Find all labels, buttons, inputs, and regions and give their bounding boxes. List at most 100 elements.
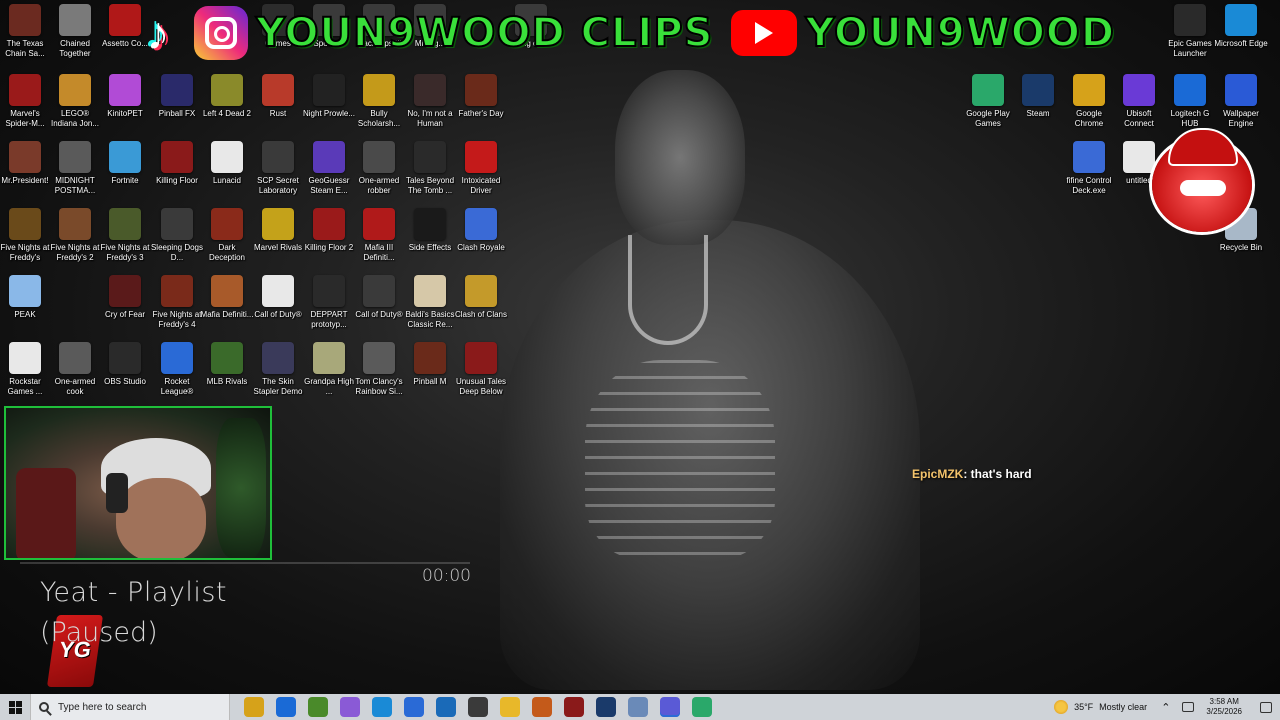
desktop-icon[interactable]: Marvel Rivals xyxy=(253,208,303,253)
desktop-icon-label: Mr.President! xyxy=(1,176,49,185)
taskbar-app-minecraft[interactable] xyxy=(308,697,328,717)
desktop-icon[interactable]: Steam xyxy=(1013,74,1063,119)
desktop-icon[interactable]: Pinball FX xyxy=(152,74,202,119)
desktop-icon[interactable]: Killing Floor 2 xyxy=(304,208,354,253)
taskbar-search[interactable]: Type here to search xyxy=(30,694,230,720)
desktop-icon-label: Wallpaper Engine xyxy=(1223,109,1259,128)
desktop-icon[interactable]: OBS Studio xyxy=(100,342,150,387)
desktop-icon[interactable]: Dark Deception xyxy=(202,208,252,263)
desktop-icon[interactable]: Sleeping Dogs D... xyxy=(151,208,203,263)
taskbar-app-app[interactable] xyxy=(692,697,712,717)
desktop-icon[interactable]: GeoGuessr Steam E... xyxy=(304,141,354,196)
desktop-icon[interactable]: Grandpa High ... xyxy=(304,342,354,397)
taskbar-app-video[interactable] xyxy=(564,697,584,717)
desktop-icon[interactable]: Father's Day xyxy=(456,74,506,119)
desktop-icon[interactable]: Side Effects xyxy=(405,208,455,253)
desktop-icon[interactable]: Unusual Tales Deep Below xyxy=(456,342,506,397)
desktop-icon[interactable]: Night Prowle... xyxy=(303,74,355,119)
desktop-icon[interactable]: Microsoft Edge xyxy=(1214,4,1268,49)
desktop-icon[interactable]: The Texas Chain Sa... xyxy=(0,4,50,59)
desktop-icon[interactable]: Lunacid xyxy=(202,141,252,186)
taskbar-app-game[interactable] xyxy=(532,697,552,717)
app-icon xyxy=(262,208,294,240)
desktop-icon-label: Logitech G HUB xyxy=(1170,109,1210,128)
taskbar-app-steam[interactable] xyxy=(596,697,616,717)
notification-icon[interactable] xyxy=(1260,701,1272,713)
stream-banner: ♪ YOUN9WOOD CLIPS YOUN9WOOD xyxy=(130,2,1115,64)
desktop-icon[interactable]: Rockstar Games ... xyxy=(0,342,50,397)
desktop-icon[interactable]: Rust xyxy=(253,74,303,119)
desktop-icon[interactable]: Mafia III Definiti... xyxy=(354,208,404,263)
desktop-icon-label: One-armed robber xyxy=(358,176,400,195)
app-icon xyxy=(1123,74,1155,106)
desktop-icon[interactable]: Pinball M xyxy=(405,342,455,387)
desktop-icon[interactable]: Five Nights at Freddy's 2 xyxy=(50,208,100,263)
desktop-icon[interactable]: Marvel's Spider-M... xyxy=(0,74,50,129)
desktop-icon[interactable]: KinitoPET xyxy=(100,74,150,119)
desktop-icon[interactable]: One-armed robber xyxy=(354,141,404,196)
desktop-icon[interactable]: Google Chrome xyxy=(1064,74,1114,129)
desktop-icon[interactable]: Chained Together xyxy=(50,4,100,59)
taskbar-app-facebook[interactable] xyxy=(276,697,296,717)
desktop-icon[interactable]: MLB Rivals xyxy=(202,342,252,387)
taskbar-app-store[interactable] xyxy=(404,697,424,717)
desktop-icon[interactable]: Five Nights at Freddy's 4 xyxy=(152,275,202,330)
taskbar-app-files[interactable] xyxy=(500,697,520,717)
desktop-icon[interactable]: No, I'm not a Human xyxy=(405,74,455,129)
battery-icon[interactable] xyxy=(1182,702,1195,712)
taskbar-app-window[interactable] xyxy=(628,697,648,717)
desktop-icon[interactable]: Tales Beyond The Tomb ... xyxy=(405,141,455,196)
desktop-icon[interactable]: LEGO® Indiana Jon... xyxy=(50,74,100,129)
desktop-icon[interactable]: Bully Scholarsh... xyxy=(354,74,404,129)
desktop-icon[interactable]: Google Play Games xyxy=(963,74,1013,129)
taskbar-app-mail[interactable] xyxy=(436,697,456,717)
app-icon xyxy=(1174,4,1206,36)
desktop-icon[interactable]: Clash of Clans xyxy=(455,275,507,320)
desktop-icon[interactable]: The Skin Stapler Demo xyxy=(253,342,303,397)
windows-icon xyxy=(8,700,22,714)
desktop-icon[interactable]: Killing Floor xyxy=(152,141,202,186)
desktop-icon[interactable]: Ubisoft Connect xyxy=(1114,74,1164,129)
desktop-icon[interactable]: Mafia Definiti... xyxy=(201,275,253,320)
taskbar-app-discord[interactable] xyxy=(660,697,680,717)
desktop-icon[interactable]: PEAK xyxy=(0,275,50,320)
desktop-icon[interactable]: DEPPART prototyp... xyxy=(304,275,354,330)
desktop-icon[interactable]: Five Nights at Freddy's xyxy=(0,208,50,263)
desktop-icon[interactable]: fifine Control Deck.exe xyxy=(1064,141,1114,196)
taskbar-app-obs[interactable] xyxy=(468,697,488,717)
desktop-icon[interactable]: Epic Games Launcher xyxy=(1165,4,1215,59)
desktop-icon[interactable]: Intoxicated Driver xyxy=(456,141,506,196)
desktop-icon[interactable]: Left 4 Dead 2 xyxy=(202,74,252,119)
app-icon xyxy=(1174,74,1206,106)
taskbar-app-chrome[interactable] xyxy=(244,697,264,717)
app-icon xyxy=(363,208,395,240)
desktop-icon[interactable]: Five Nights at Freddy's 3 xyxy=(100,208,150,263)
desktop-icon[interactable]: MIDNIGHT POSTMA... xyxy=(50,141,100,196)
desktop-icon[interactable]: One-armed cook xyxy=(50,342,100,397)
desktop-icon-label: Google Chrome xyxy=(1074,109,1104,128)
weather-icon[interactable] xyxy=(1054,700,1069,714)
weather-desc[interactable]: Mostly clear xyxy=(1099,702,1147,712)
desktop-icon[interactable]: Call of Duty® xyxy=(354,275,404,320)
app-icon xyxy=(161,342,193,374)
taskbar-app-copilot[interactable] xyxy=(340,697,360,717)
desktop-icon-label: Five Nights at Freddy's 3 xyxy=(100,243,150,262)
desktop-icon[interactable]: Baldi's Basics Classic Re... xyxy=(405,275,455,330)
desktop-icon[interactable]: Call of Duty® xyxy=(253,275,303,320)
chevron-up-icon[interactable]: ⌃ xyxy=(1161,701,1170,714)
desktop-icon[interactable]: Mr.President! xyxy=(0,141,50,186)
weather-temp[interactable]: 35°F xyxy=(1074,702,1093,712)
desktop-icon[interactable]: Wallpaper Engine xyxy=(1216,74,1266,129)
taskbar-clock[interactable]: 3:58 AM 3/25/2026 xyxy=(1206,697,1242,717)
desktop-icon[interactable]: Clash Royale xyxy=(456,208,506,253)
desktop-icon[interactable]: SCP Secret Laboratory xyxy=(253,141,303,196)
app-icon xyxy=(9,208,41,240)
desktop-icon[interactable]: Fortnite xyxy=(100,141,150,186)
start-button[interactable] xyxy=(0,694,30,720)
desktop-icon[interactable]: Cry of Fear xyxy=(100,275,150,320)
desktop-icon[interactable]: Logitech G HUB xyxy=(1165,74,1215,129)
app-icon xyxy=(109,141,141,173)
desktop-icon[interactable]: Rocket League® xyxy=(152,342,202,397)
taskbar-app-edge[interactable] xyxy=(372,697,392,717)
desktop-icon[interactable]: Tom Clancy's Rainbow Si... xyxy=(354,342,404,397)
